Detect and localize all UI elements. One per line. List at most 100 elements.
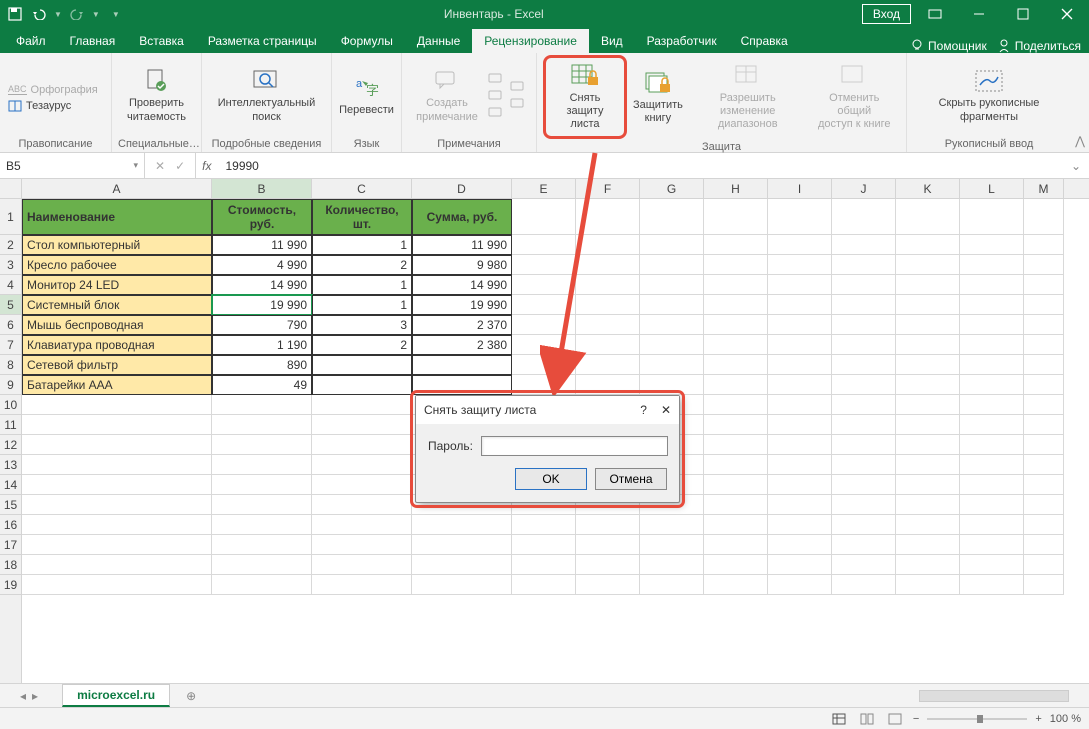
cell[interactable]	[704, 295, 768, 315]
column-header[interactable]: K	[896, 179, 960, 198]
cell[interactable]	[640, 255, 704, 275]
cell[interactable]	[640, 235, 704, 255]
cell[interactable]	[896, 255, 960, 275]
row-header[interactable]: 11	[0, 415, 21, 435]
cell[interactable]	[1024, 199, 1064, 235]
cell[interactable]	[640, 555, 704, 575]
cell[interactable]	[640, 199, 704, 235]
cell[interactable]	[960, 555, 1024, 575]
cell[interactable]	[212, 535, 312, 555]
cell[interactable]: 14 990	[212, 275, 312, 295]
cell[interactable]	[768, 395, 832, 415]
cell[interactable]	[768, 455, 832, 475]
cell[interactable]	[768, 235, 832, 255]
cell[interactable]	[512, 575, 576, 595]
cell[interactable]: 19 990	[212, 295, 312, 315]
ribbon-display-icon[interactable]	[915, 0, 955, 28]
column-header[interactable]: M	[1024, 179, 1064, 198]
sheet-tab[interactable]: microexcel.ru	[62, 684, 170, 707]
cell[interactable]	[704, 515, 768, 535]
cell[interactable]	[576, 555, 640, 575]
close-button[interactable]	[1047, 0, 1087, 28]
cell[interactable]	[832, 275, 896, 295]
cell[interactable]	[832, 475, 896, 495]
row-header[interactable]: 12	[0, 435, 21, 455]
cell[interactable]	[896, 455, 960, 475]
cell[interactable]	[960, 395, 1024, 415]
redo-icon[interactable]	[68, 5, 86, 23]
cell[interactable]	[768, 355, 832, 375]
cell[interactable]	[832, 395, 896, 415]
cell[interactable]	[412, 555, 512, 575]
cell[interactable]	[704, 255, 768, 275]
column-header[interactable]: F	[576, 179, 640, 198]
zoom-slider[interactable]	[927, 718, 1027, 720]
cell[interactable]: Кресло рабочее	[22, 255, 212, 275]
cell[interactable]	[312, 515, 412, 535]
undo-icon[interactable]	[30, 5, 48, 23]
cell[interactable]: 14 990	[412, 275, 512, 295]
cell[interactable]	[896, 395, 960, 415]
cell[interactable]	[212, 475, 312, 495]
qat-customize-icon[interactable]: ▼	[112, 10, 120, 19]
cell[interactable]	[512, 555, 576, 575]
cell[interactable]: Монитор 24 LED	[22, 275, 212, 295]
column-header[interactable]: A	[22, 179, 212, 198]
cell[interactable]	[1024, 535, 1064, 555]
cell[interactable]	[768, 555, 832, 575]
cell[interactable]: Стол компьютерный	[22, 235, 212, 255]
protect-workbook-button[interactable]: Защитить книгу	[629, 67, 687, 127]
cell[interactable]	[312, 395, 412, 415]
cell[interactable]	[896, 235, 960, 255]
cell[interactable]	[704, 435, 768, 455]
cell[interactable]	[960, 275, 1024, 295]
row-header[interactable]: 15	[0, 495, 21, 515]
cell[interactable]	[896, 335, 960, 355]
cell[interactable]	[576, 295, 640, 315]
cell[interactable]	[768, 375, 832, 395]
horizontal-scrollbar[interactable]	[919, 690, 1069, 702]
row-header[interactable]: 18	[0, 555, 21, 575]
cell[interactable]: 19 990	[412, 295, 512, 315]
share-button[interactable]: Поделиться	[997, 39, 1081, 53]
cell[interactable]	[832, 255, 896, 275]
row-header[interactable]: 13	[0, 455, 21, 475]
cell[interactable]	[960, 335, 1024, 355]
column-header[interactable]: G	[640, 179, 704, 198]
cell[interactable]	[896, 355, 960, 375]
dropdown-icon[interactable]: ▼	[92, 10, 100, 19]
cell[interactable]: Сетевой фильтр	[22, 355, 212, 375]
add-sheet-button[interactable]: ⊕	[182, 687, 200, 705]
cell[interactable]	[640, 515, 704, 535]
cell[interactable]	[412, 575, 512, 595]
cell[interactable]	[896, 435, 960, 455]
column-header[interactable]: E	[512, 179, 576, 198]
cell[interactable]: 49	[212, 375, 312, 395]
expand-formula-icon[interactable]: ⌄	[1063, 159, 1089, 173]
thesaurus-button[interactable]: Тезаурус	[6, 99, 73, 113]
cell[interactable]	[768, 495, 832, 515]
cell[interactable]: 2 380	[412, 335, 512, 355]
cell[interactable]	[22, 575, 212, 595]
cell[interactable]	[768, 415, 832, 435]
cell[interactable]	[896, 199, 960, 235]
cell[interactable]	[512, 335, 576, 355]
password-input[interactable]	[481, 436, 668, 456]
cell[interactable]	[512, 275, 576, 295]
cell[interactable]	[212, 495, 312, 515]
cell[interactable]	[896, 315, 960, 335]
cell[interactable]	[960, 535, 1024, 555]
cell[interactable]	[576, 515, 640, 535]
cell[interactable]	[512, 315, 576, 335]
row-header[interactable]: 7	[0, 335, 21, 355]
row-header[interactable]: 9	[0, 375, 21, 395]
cell[interactable]	[704, 335, 768, 355]
column-header[interactable]: B	[212, 179, 312, 198]
cell[interactable]	[704, 555, 768, 575]
cell[interactable]	[704, 575, 768, 595]
dialog-titlebar[interactable]: Снять защиту листа ? ✕	[416, 396, 679, 424]
tab-developer[interactable]: Разработчик	[635, 29, 729, 53]
cell[interactable]	[768, 255, 832, 275]
cell[interactable]	[768, 535, 832, 555]
cell[interactable]	[832, 575, 896, 595]
